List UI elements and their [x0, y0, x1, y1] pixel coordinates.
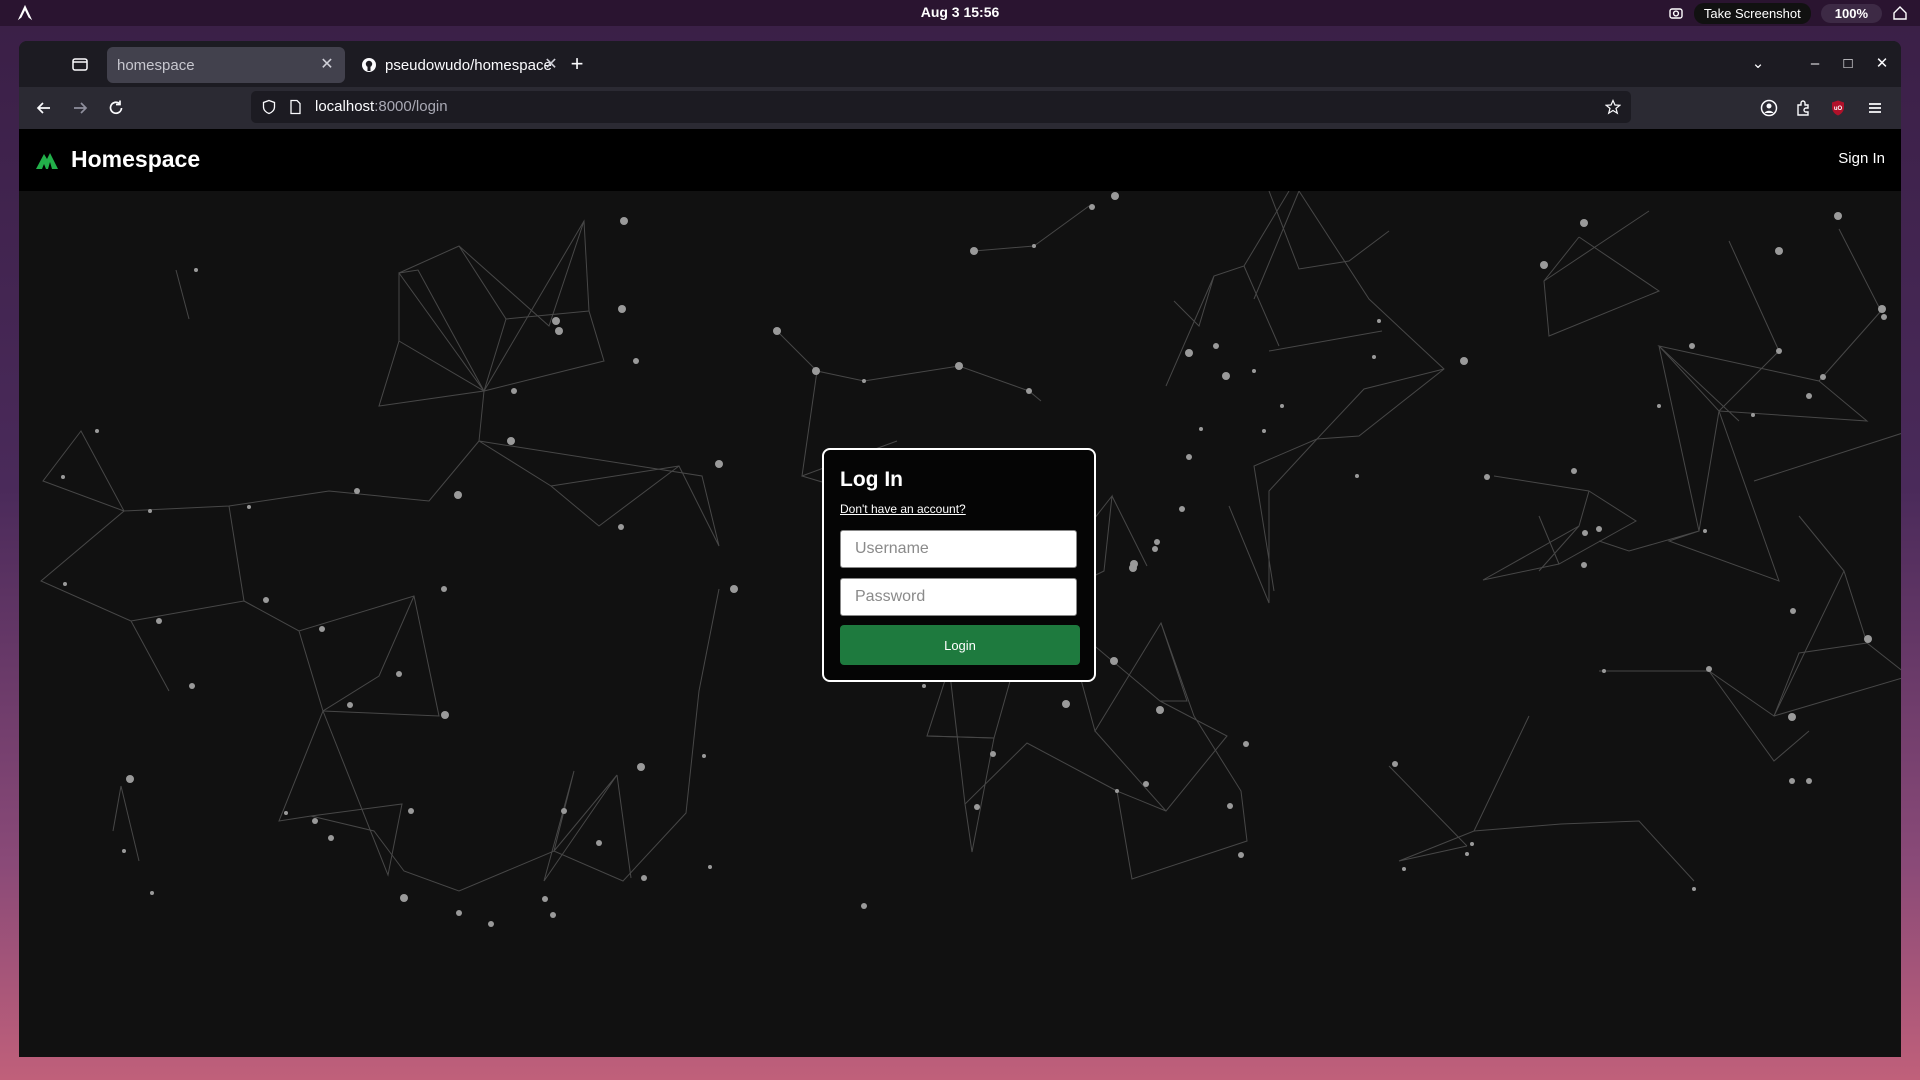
- reload-icon: [109, 100, 123, 115]
- back-arrow-icon: [36, 102, 50, 114]
- account-icon: [1760, 99, 1778, 117]
- ublock-button[interactable]: uO: [1825, 95, 1851, 121]
- tab-label: pseudowudo/homespace: [385, 56, 552, 74]
- page-icon[interactable]: [287, 99, 303, 115]
- tab-overview-icon[interactable]: [69, 53, 91, 75]
- login-card: Log In Don't have an account? Login: [822, 448, 1096, 682]
- brand[interactable]: Homespace: [35, 146, 200, 173]
- maximize-icon[interactable]: □: [1837, 53, 1859, 75]
- home-icon[interactable]: [1892, 5, 1908, 21]
- close-window-icon[interactable]: ✕: [1871, 53, 1893, 75]
- list-all-tabs-icon[interactable]: ⌄: [1747, 53, 1769, 75]
- site-header: Homespace Sign In: [19, 129, 1901, 191]
- tab-close-icon[interactable]: ✕: [541, 55, 561, 75]
- tab-homespace[interactable]: homespace ✕: [107, 47, 345, 83]
- extensions-button[interactable]: [1791, 95, 1817, 121]
- os-clock[interactable]: Aug 3 15:56: [0, 4, 1920, 20]
- shield-icon[interactable]: [261, 99, 277, 115]
- browser-window: homespace ✕ pseudowudo/homespace ✕ + ⌄ –…: [19, 41, 1901, 1057]
- nav-toolbar: localhost:8000/login uO: [19, 87, 1901, 129]
- forward-arrow-icon: [74, 102, 88, 114]
- url-host: localhost: [315, 98, 375, 115]
- new-tab-button[interactable]: +: [564, 51, 590, 77]
- screenshot-tooltip: Take Screenshot: [1693, 2, 1811, 24]
- reload-button[interactable]: [103, 95, 129, 121]
- login-title: Log In: [840, 468, 903, 491]
- address-bar[interactable]: localhost:8000/login: [251, 91, 1631, 123]
- tab-bar: homespace ✕ pseudowudo/homespace ✕ + ⌄ –…: [19, 41, 1901, 87]
- account-button[interactable]: [1756, 95, 1782, 121]
- mountain-logo-icon: [36, 152, 58, 169]
- menu-button[interactable]: [1862, 95, 1888, 121]
- tab-close-icon[interactable]: ✕: [317, 55, 337, 75]
- login-button[interactable]: Login: [840, 625, 1080, 665]
- github-icon: [362, 58, 376, 72]
- minimize-icon[interactable]: –: [1804, 53, 1826, 75]
- puzzle-icon: [1797, 100, 1809, 116]
- web-page: Homespace Sign In Log In Don't have an a…: [19, 129, 1901, 1057]
- password-input[interactable]: [840, 578, 1077, 616]
- hamburger-menu-icon: [1869, 103, 1881, 113]
- svg-text:uO: uO: [1834, 106, 1843, 112]
- screenshot-icon[interactable]: [1668, 5, 1684, 21]
- forward-button[interactable]: [67, 95, 93, 121]
- url-path: :8000/login: [374, 98, 448, 115]
- os-top-bar: Aug 3 15:56 Take Screenshot 100%: [0, 0, 1920, 26]
- battery-indicator[interactable]: 100%: [1820, 3, 1882, 23]
- tab-github-repo[interactable]: pseudowudo/homespace ✕: [351, 47, 569, 83]
- ublock-shield-icon: uO: [1832, 100, 1844, 116]
- brand-name: Homespace: [71, 146, 201, 172]
- sign-in-link[interactable]: Sign In: [1838, 150, 1885, 167]
- bookmark-star-icon[interactable]: [1605, 99, 1621, 115]
- os-status-area: Take Screenshot 100%: [1668, 2, 1908, 24]
- tab-label: homespace: [117, 56, 195, 74]
- signup-link[interactable]: Don't have an account?: [840, 502, 966, 516]
- url-text: localhost:8000/login: [315, 98, 448, 115]
- username-input[interactable]: [840, 530, 1077, 568]
- back-button[interactable]: [31, 95, 57, 121]
